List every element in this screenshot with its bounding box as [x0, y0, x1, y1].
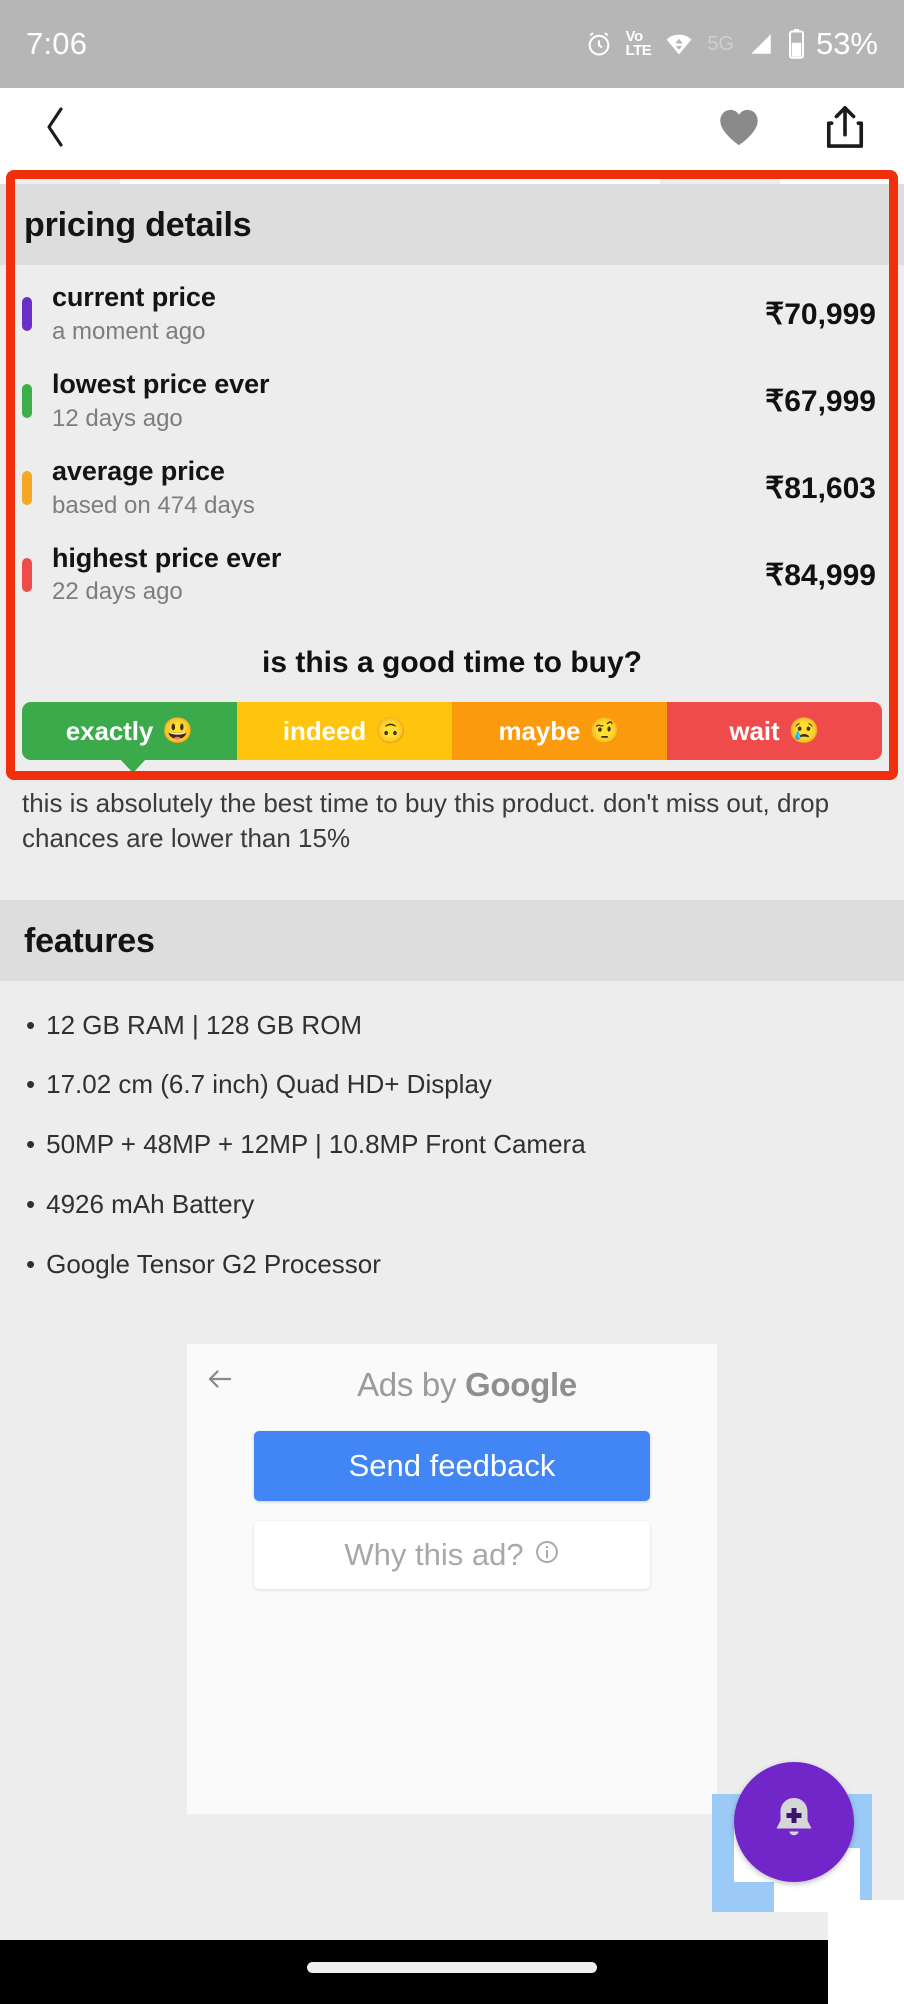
share-icon[interactable]	[824, 104, 866, 155]
app-bar-actions	[716, 104, 866, 155]
table-row[interactable]: lowest price ever 12 days ago ₹67,999	[0, 358, 904, 445]
table-row[interactable]: highest price ever 22 days ago ₹84,999	[0, 532, 904, 619]
price-row-amount: ₹70,999	[765, 297, 876, 331]
list-item: • 4926 mAh Battery	[0, 1188, 904, 1222]
gauge-segment-label: maybe	[498, 715, 581, 746]
bullet-icon: •	[26, 1069, 36, 1100]
back-arrow-icon[interactable]	[205, 1364, 235, 1399]
buy-recommendation-text: this is absolutely the best time to buy …	[22, 788, 830, 854]
good-time-to-buy-question: is this a good time to buy?	[261, 646, 642, 680]
price-row-sublabel: 12 days ago	[52, 404, 183, 432]
pricing-details-card: pricing details current price a moment a…	[0, 184, 904, 900]
gauge-segments: exactly 😃 indeed 🙃 maybe 🤨 wait 😢	[22, 702, 882, 761]
table-row[interactable]: average price based on 474 days ₹81,603	[0, 445, 904, 532]
average-price-color-indicator	[22, 471, 32, 506]
raised-eyebrow-face-icon: 🤨	[589, 716, 621, 745]
features-list: • 12 GB RAM | 128 GB ROM • 17.02 cm (6.7…	[0, 981, 904, 1308]
price-row-amount: ₹81,603	[765, 471, 876, 505]
feature-text: 4926 mAh Battery	[46, 1188, 255, 1219]
list-item: • 17.02 cm (6.7 inch) Quad HD+ Display	[0, 1068, 904, 1102]
alarm-icon	[585, 30, 613, 58]
send-feedback-button[interactable]: Send feedback	[254, 1430, 650, 1501]
volte-icon: Vo LTE	[625, 27, 652, 59]
bullet-icon: •	[26, 1129, 36, 1160]
system-navigation-bar	[0, 1900, 904, 2004]
feature-text: 12 GB RAM | 128 GB ROM	[46, 1009, 363, 1040]
price-row-text: current price a moment ago	[52, 282, 751, 347]
status-icon-group: Vo LTE 5G 53%	[585, 26, 878, 62]
status-clock: 7:06	[26, 26, 88, 61]
wifi-icon	[664, 30, 694, 58]
battery-icon	[788, 29, 805, 59]
why-this-ad-button[interactable]: Why this ad?	[254, 1520, 650, 1589]
lowest-price-color-indicator	[22, 384, 32, 419]
gauge-selected-pointer	[120, 759, 146, 774]
price-row-label: lowest price ever	[52, 368, 270, 399]
price-row-amount: ₹84,999	[765, 558, 876, 592]
table-row[interactable]: current price a moment ago ₹70,999	[0, 271, 904, 358]
gauge-segment-wait[interactable]: wait 😢	[667, 702, 882, 761]
list-item: • 12 GB RAM | 128 GB ROM	[0, 1009, 904, 1043]
price-row-label: average price	[52, 455, 225, 486]
price-row-text: lowest price ever 12 days ago	[52, 369, 751, 434]
why-this-ad-label: Why this ad?	[344, 1536, 524, 1572]
price-row-list: current price a moment ago ₹70,999 lowes…	[0, 265, 904, 618]
list-item: • Google Tensor G2 Processor	[0, 1248, 904, 1282]
gauge-segment-exactly[interactable]: exactly 😃	[22, 702, 237, 761]
ads-by-google-label: Ads by Google	[187, 1366, 717, 1404]
info-icon	[534, 1537, 560, 1573]
gauge-segment-label: wait	[729, 715, 780, 746]
back-chevron-icon[interactable]	[40, 103, 70, 156]
buy-recommendation-gauge: exactly 😃 indeed 🙃 maybe 🤨 wait 😢	[22, 702, 882, 774]
price-row-sublabel: based on 474 days	[52, 491, 255, 519]
mobile-network-label: 5G	[707, 32, 734, 55]
google-ad-panel: Ads by Google Send feedback Why this ad?	[187, 1343, 717, 1814]
phone-screen: 7:06 Vo LTE 5G 53% pricing details curre…	[0, 0, 904, 2004]
price-row-amount: ₹67,999	[765, 384, 876, 418]
list-item: • 50MP + 48MP + 12MP | 10.8MP Front Came…	[0, 1128, 904, 1162]
page-scroll-content[interactable]: pricing details current price a moment a…	[0, 184, 904, 2004]
google-wordmark: Google	[465, 1365, 577, 1403]
bullet-icon: •	[26, 1248, 36, 1279]
feature-text: 17.02 cm (6.7 inch) Quad HD+ Display	[46, 1069, 492, 1100]
feature-text: Google Tensor G2 Processor	[46, 1248, 381, 1279]
app-bar	[0, 88, 904, 170]
price-row-text: average price based on 474 days	[52, 456, 751, 521]
feature-text: 50MP + 48MP + 12MP | 10.8MP Front Camera	[46, 1129, 586, 1160]
bell-add-icon	[764, 1790, 824, 1855]
price-row-text: highest price ever 22 days ago	[52, 543, 751, 608]
gauge-segment-label: exactly	[65, 715, 154, 746]
current-price-color-indicator	[22, 297, 32, 332]
status-bar: 7:06 Vo LTE 5G 53%	[0, 0, 904, 88]
tab-strip-sliver	[0, 170, 904, 184]
features-card: features • 12 GB RAM | 128 GB ROM • 17.0…	[0, 899, 904, 1308]
heart-icon[interactable]	[716, 106, 762, 153]
ads-by-text: Ads by	[357, 1365, 466, 1403]
price-row-sublabel: a moment ago	[52, 317, 206, 345]
features-title: features	[0, 899, 904, 981]
price-row-label: highest price ever	[52, 542, 282, 573]
upside-down-face-icon: 🙃	[375, 716, 407, 745]
pricing-details-title: pricing details	[0, 184, 904, 265]
price-row-sublabel: 22 days ago	[52, 578, 183, 606]
gauge-segment-maybe[interactable]: maybe 🤨	[452, 702, 667, 761]
gauge-segment-label: indeed	[282, 715, 367, 746]
price-alert-fab[interactable]	[734, 1762, 854, 1882]
nav-artifact-patch	[828, 1900, 904, 2004]
bullet-icon: •	[26, 1009, 36, 1040]
crying-face-icon: 😢	[788, 716, 820, 745]
highest-price-color-indicator	[22, 558, 32, 592]
battery-percent-label: 53%	[815, 26, 878, 61]
signal-icon	[747, 31, 775, 57]
home-gesture-pill[interactable]	[307, 1962, 597, 1973]
bullet-icon: •	[26, 1188, 36, 1219]
price-row-label: current price	[52, 282, 216, 312]
gauge-segment-indeed[interactable]: indeed 🙃	[237, 702, 452, 761]
grinning-face-icon: 😃	[162, 716, 194, 745]
